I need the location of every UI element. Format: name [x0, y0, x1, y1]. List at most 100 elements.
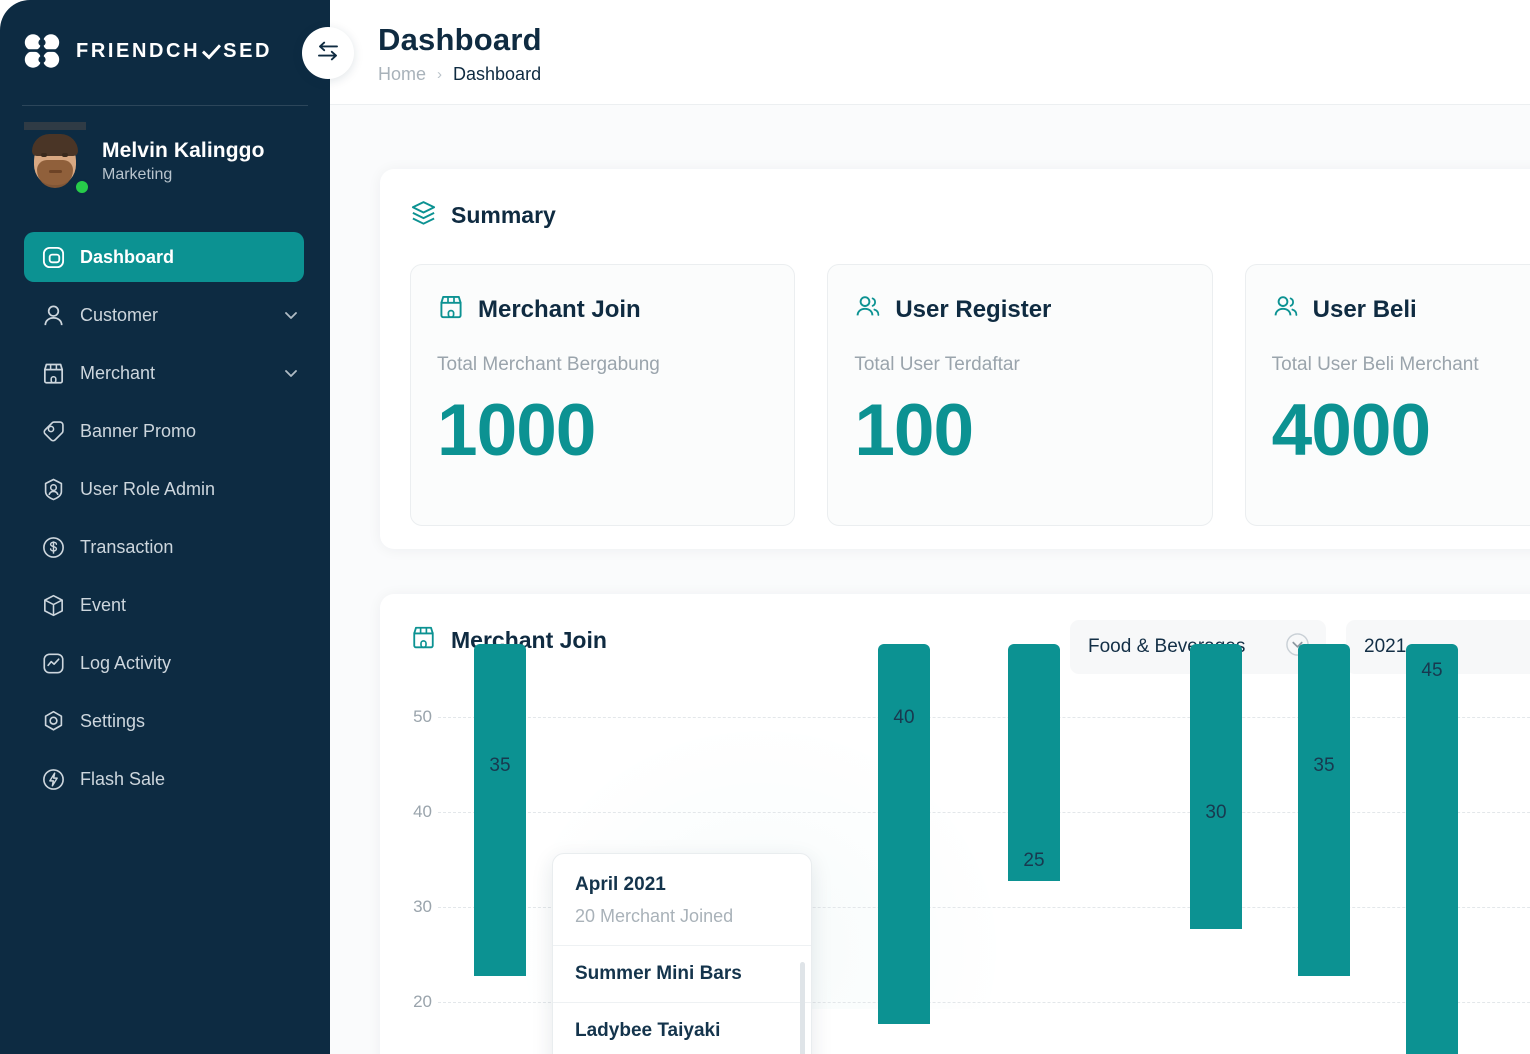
sidebar-item-label: Settings [80, 710, 146, 731]
stat-value: 1000 [437, 390, 596, 471]
profile-role: Marketing [102, 165, 173, 183]
summary-card: Summary Merchant Join Total Merchant Ber… [380, 169, 1530, 549]
bar-group[interactable]: 30 [1190, 644, 1242, 1054]
stat-card-merchant-join: Merchant Join Total Merchant Bergabung 1… [410, 264, 796, 526]
table-row[interactable] [1406, 644, 1458, 1054]
stat-subtitle: Total User Terdaftar [854, 354, 1020, 375]
page-header: Dashboard Home › Dashboard [330, 0, 1530, 105]
stat-value: 4000 [1271, 390, 1431, 471]
page-title: Dashboard [378, 22, 542, 57]
bar-value-label: 40 [893, 707, 915, 728]
users-icon [854, 293, 882, 326]
avatar [24, 122, 90, 195]
sidebar-item-label: Customer [80, 304, 159, 325]
table-row[interactable] [1008, 644, 1060, 881]
y-axis: 50 40 30 20 [380, 699, 432, 1054]
check-icon [202, 43, 222, 60]
bar-value-label: 45 [1421, 660, 1443, 681]
sidebar-item-settings[interactable]: Settings [24, 696, 304, 746]
store-icon [410, 624, 437, 656]
brand-name-after: SED [223, 39, 273, 62]
bar-group[interactable]: 25 [1008, 644, 1060, 1054]
table-row[interactable] [878, 644, 930, 1024]
breadcrumb-separator: › [437, 66, 443, 83]
stat-card-list: Merchant Join Total Merchant Bergabung 1… [380, 231, 1530, 526]
sidebar-item-label: Event [80, 594, 127, 615]
tooltip-title: April 2021 [575, 874, 666, 895]
stat-title: User Register [895, 295, 1052, 323]
sidebar-nav: Dashboard Customer Merchant Banner Promo… [0, 232, 330, 804]
sidebar-item-banner-promo[interactable]: Banner Promo [24, 406, 304, 456]
sidebar-item-log-activity[interactable]: Log Activity [24, 638, 304, 688]
tooltip-header: April 2021 20 Merchant Joined [553, 854, 811, 946]
stat-value: 100 [854, 390, 974, 471]
profile-name: Melvin Kalinggo [102, 138, 265, 162]
main-content: Summary Merchant Join Total Merchant Ber… [330, 105, 1530, 1054]
list-item[interactable]: Summer Mini Bars [553, 946, 811, 1003]
stat-subtitle: Total Merchant Bergabung [437, 354, 660, 375]
table-row[interactable] [1190, 644, 1242, 929]
tooltip-subtitle: 20 Merchant Joined [575, 906, 734, 926]
dashboard-app: FRIENDCH SED Melvin Kalinggo Marketing D… [0, 0, 1530, 1054]
sidebar-item-label: Flash Sale [80, 768, 166, 789]
chevron-down-icon[interactable] [282, 306, 300, 324]
store-icon [437, 293, 465, 326]
layers-icon [410, 199, 437, 231]
stat-card-user-beli: User Beli Total User Beli Merchant 4000 [1244, 264, 1530, 526]
sidebar-item-dashboard[interactable]: Dashboard [24, 232, 304, 282]
chevron-down-icon[interactable] [282, 364, 300, 382]
sidebar-item-label: Merchant [80, 362, 156, 383]
sidebar-item-user-role-admin[interactable]: User Role Admin [24, 464, 304, 514]
breadcrumb-current[interactable]: Dashboard [453, 64, 541, 85]
settings-icon [40, 708, 66, 734]
table-row[interactable] [1298, 644, 1350, 976]
user-shield-icon [40, 476, 66, 502]
stat-title: Merchant Join [478, 295, 641, 323]
box-icon [40, 592, 66, 618]
store-icon [40, 360, 66, 386]
list-item[interactable]: Ladybee Taiyaki [553, 1003, 811, 1054]
users-icon [1272, 293, 1300, 326]
y-tick: 40 [413, 802, 432, 821]
y-tick: 30 [413, 897, 432, 916]
bar-value-label: 35 [1313, 755, 1335, 776]
sidebar-item-label: Log Activity [80, 652, 172, 673]
user-icon [40, 302, 66, 328]
sidebar-item-label: Transaction [80, 536, 174, 557]
bar-value-label: 30 [1205, 802, 1227, 823]
stat-subtitle: Total User Beli Merchant [1271, 354, 1479, 375]
flash-icon [40, 766, 66, 792]
y-tick: 20 [413, 992, 432, 1011]
bar-value-label: 25 [1023, 850, 1045, 871]
sidebar-item-label: Dashboard [80, 246, 175, 267]
stat-title: User Beli [1312, 295, 1417, 323]
toggle-sidebar-icon [315, 40, 341, 67]
sidebar-item-event[interactable]: Event [24, 580, 304, 630]
sidebar: FRIENDCH SED Melvin Kalinggo Marketing D… [0, 0, 330, 1054]
bar-group[interactable]: 40 [878, 644, 930, 1054]
toggle-sidebar-button[interactable] [302, 27, 354, 79]
dashboard-icon [40, 244, 66, 270]
brand-name-before: FRIENDCH [76, 39, 201, 62]
bar-group[interactable]: 35 [1298, 644, 1350, 1054]
tooltip-scrollbar[interactable] [800, 962, 805, 1054]
sidebar-item-merchant[interactable]: Merchant [24, 348, 304, 398]
dollar-circle-icon [40, 534, 66, 560]
sidebar-item-flash-sale[interactable]: Flash Sale [24, 754, 304, 804]
stat-card-user-register: User Register Total User Terdaftar 100 [827, 264, 1213, 526]
table-row[interactable] [474, 644, 526, 976]
tag-icon [40, 418, 66, 444]
brand-logo[interactable]: FRIENDCH SED [0, 0, 330, 72]
breadcrumb-home[interactable]: Home [378, 64, 426, 85]
bar-group[interactable]: 45 [1406, 644, 1458, 1054]
sidebar-item-transaction[interactable]: Transaction [24, 522, 304, 572]
summary-header: Summary [380, 169, 1530, 231]
bar-group[interactable]: 35 [474, 644, 526, 1054]
status-online-indicator [74, 179, 90, 195]
summary-title: Summary [451, 201, 556, 228]
activity-icon [40, 650, 66, 676]
sidebar-item-customer[interactable]: Customer [24, 290, 304, 340]
clover-logo-icon [22, 32, 62, 70]
user-profile[interactable]: Melvin Kalinggo Marketing [0, 106, 330, 195]
category-select-value: Food & Beverages [1088, 636, 1246, 657]
